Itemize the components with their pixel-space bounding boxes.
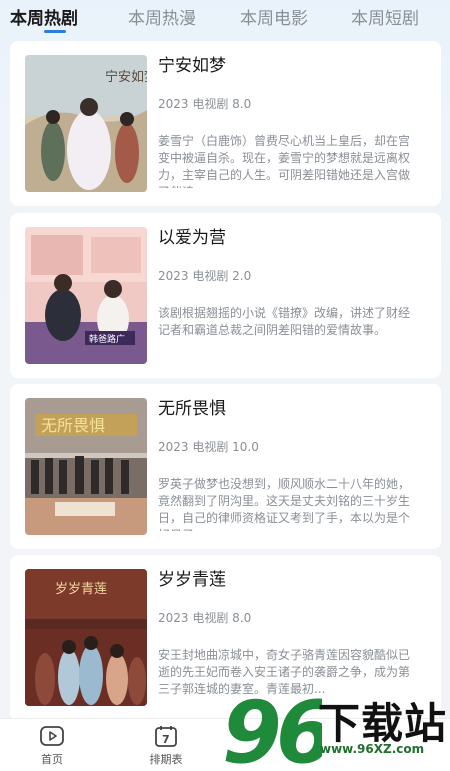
watermark-digits: 96 — [222, 686, 322, 770]
active-tab-indicator — [44, 30, 66, 33]
drama-card[interactable]: 无所畏惧 无所畏惧 2023 电视剧 10.0 罗英子做梦也没想到，顺风顺水二十… — [10, 384, 441, 549]
poster-title-text: 无所畏惧 — [41, 416, 105, 435]
watermark-url: www.96XZ.com — [320, 742, 425, 756]
nav-item-home[interactable]: 首页 — [22, 725, 82, 767]
drama-card[interactable]: 韩爸路广 以爱为营 2023 电视剧 2.0 该剧根据翘摇的小说《错撩》改编，讲… — [10, 213, 441, 378]
drama-meta: 2023 电视剧 2.0 — [158, 269, 252, 283]
play-icon — [40, 726, 64, 746]
poster-image: 宁安如梦 — [25, 55, 147, 192]
poster-title-text: 宁安如梦 — [105, 69, 147, 85]
drama-meta: 2023 电视剧 10.0 — [158, 440, 259, 454]
drama-meta: 2023 电视剧 8.0 — [158, 97, 252, 111]
tab-weekly-movie[interactable]: 本周电影 — [240, 4, 308, 29]
calendar-day-text: 7 — [162, 733, 170, 746]
poster-title-text: 韩爸路广 — [89, 333, 125, 345]
tab-bar: 本周热剧 本周热漫 本周电影 本周短剧 — [0, 0, 450, 40]
tab-weekly-hot-anime[interactable]: 本周热漫 — [128, 4, 196, 29]
nav-label-schedule: 排期表 — [149, 753, 183, 766]
watermark-logo: 96 — [222, 686, 322, 770]
drama-description: 姜雪宁（白鹿饰）曾费尽心机当上皇后，却在宫变中被逼自杀。现在，姜雪宁的梦想就是远… — [158, 134, 411, 188]
nav-item-schedule[interactable]: 7 排期表 — [136, 725, 196, 767]
poster-image: 岁岁青莲 — [25, 569, 147, 706]
drama-description: 罗英子做梦也没想到，顺风顺水二十八年的她，竟然翻到了阴沟里。这天是丈夫刘铭的三十… — [158, 477, 411, 531]
drama-description: 该剧根据翘摇的小说《错撩》改编，讲述了财经记者和霸道总裁之间阴差阳错的爱情故事。 — [158, 306, 411, 337]
tab-weekly-hot-drama[interactable]: 本周热剧 — [10, 4, 78, 29]
drama-title[interactable]: 宁安如梦 — [158, 51, 226, 76]
drama-title[interactable]: 无所畏惧 — [158, 394, 226, 419]
poster-image: 韩爸路广 — [25, 227, 147, 364]
poster-image: 无所畏惧 — [25, 398, 147, 535]
nav-label-home: 首页 — [41, 753, 63, 766]
tab-weekly-short-drama[interactable]: 本周短剧 — [351, 4, 419, 29]
drama-title[interactable]: 岁岁青莲 — [158, 565, 226, 590]
drama-meta: 2023 电视剧 8.0 — [158, 611, 252, 625]
drama-card[interactable]: 宁安如梦 宁安如梦 2023 电视剧 8.0 姜雪宁（白鹿饰）曾费尽心机当上皇后… — [10, 41, 441, 206]
poster-title-text: 岁岁青莲 — [55, 582, 107, 597]
site-watermark: 96 下载站 www.96XZ.com — [222, 686, 448, 770]
drama-title[interactable]: 以爱为营 — [158, 223, 226, 248]
calendar-icon: 7 — [155, 726, 177, 747]
